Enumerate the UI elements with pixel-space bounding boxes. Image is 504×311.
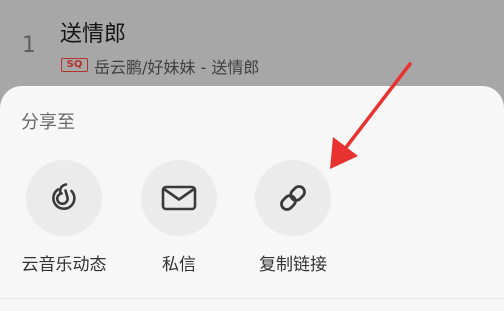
- cloud-music-icon-circle[interactable]: [26, 160, 102, 236]
- song-index: 1: [22, 33, 36, 58]
- sq-quality-badge: SQ: [61, 58, 88, 72]
- share-sheet: 分享至 云音乐动态 私信 复制链接: [0, 86, 504, 311]
- link-icon: [280, 185, 306, 211]
- share-sheet-title: 分享至: [21, 112, 75, 133]
- song-artist-album: 岳云鹏/好妹妹 - 送情郎: [94, 58, 260, 77]
- link-icon-circle[interactable]: [255, 160, 331, 236]
- share-option-label: 私信: [162, 255, 196, 275]
- cloud-music-icon: [52, 183, 76, 210]
- divider: [0, 298, 504, 299]
- share-option-private-message[interactable]: 私信: [127, 160, 231, 275]
- envelope-icon: [161, 185, 197, 211]
- screen: 1 送情郎 SQ 岳云鹏/好妹妹 - 送情郎 分享至 云音乐动态 私信 复制链接: [0, 0, 504, 311]
- share-option-cloud-music-feed[interactable]: 云音乐动态: [12, 160, 116, 275]
- song-title: 送情郎: [60, 22, 127, 47]
- share-option-label: 云音乐动态: [21, 255, 107, 275]
- envelope-icon-circle[interactable]: [141, 160, 217, 236]
- song-row[interactable]: 1 送情郎 SQ 岳云鹏/好妹妹 - 送情郎: [0, 0, 504, 90]
- share-option-copy-link[interactable]: 复制链接: [241, 160, 345, 275]
- share-option-label: 复制链接: [259, 255, 327, 275]
